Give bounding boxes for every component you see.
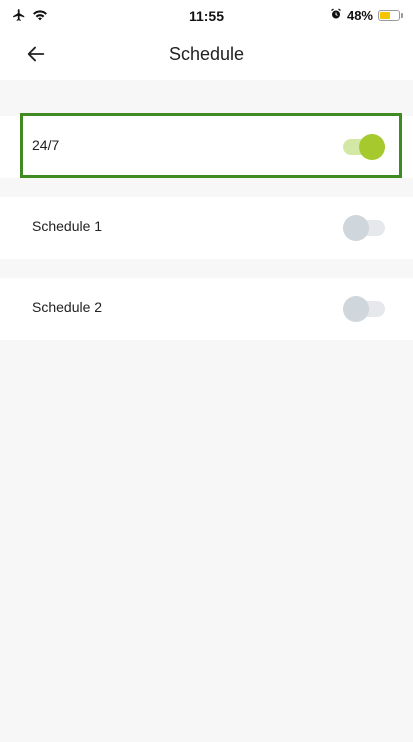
row-label: Schedule 1 (32, 218, 103, 234)
toggle-24-7[interactable] (343, 134, 385, 160)
page-title: Schedule (168, 44, 245, 64)
alarm-icon (330, 8, 342, 23)
status-bar: 11:55 48% (0, 0, 413, 32)
battery-tip (401, 13, 403, 18)
battery-percent: 48% (346, 8, 373, 23)
header: Schedule (0, 32, 413, 80)
battery-level (380, 12, 390, 19)
row-label: 24/7 (32, 137, 60, 153)
status-bar-right: 48% (330, 8, 403, 23)
toggle-knob (343, 296, 369, 322)
toggle-schedule-1[interactable] (343, 215, 385, 241)
schedule-row-1[interactable]: Schedule 1 (0, 197, 413, 259)
schedule-row-2[interactable]: Schedule 2 (0, 278, 413, 340)
toggle-schedule-2[interactable] (343, 296, 385, 322)
schedule-row-24-7[interactable]: 24/7 (0, 116, 413, 178)
battery-icon (378, 10, 400, 21)
toggle-knob (343, 215, 369, 241)
row-label: Schedule 2 (32, 299, 103, 315)
toggle-knob (359, 134, 385, 160)
